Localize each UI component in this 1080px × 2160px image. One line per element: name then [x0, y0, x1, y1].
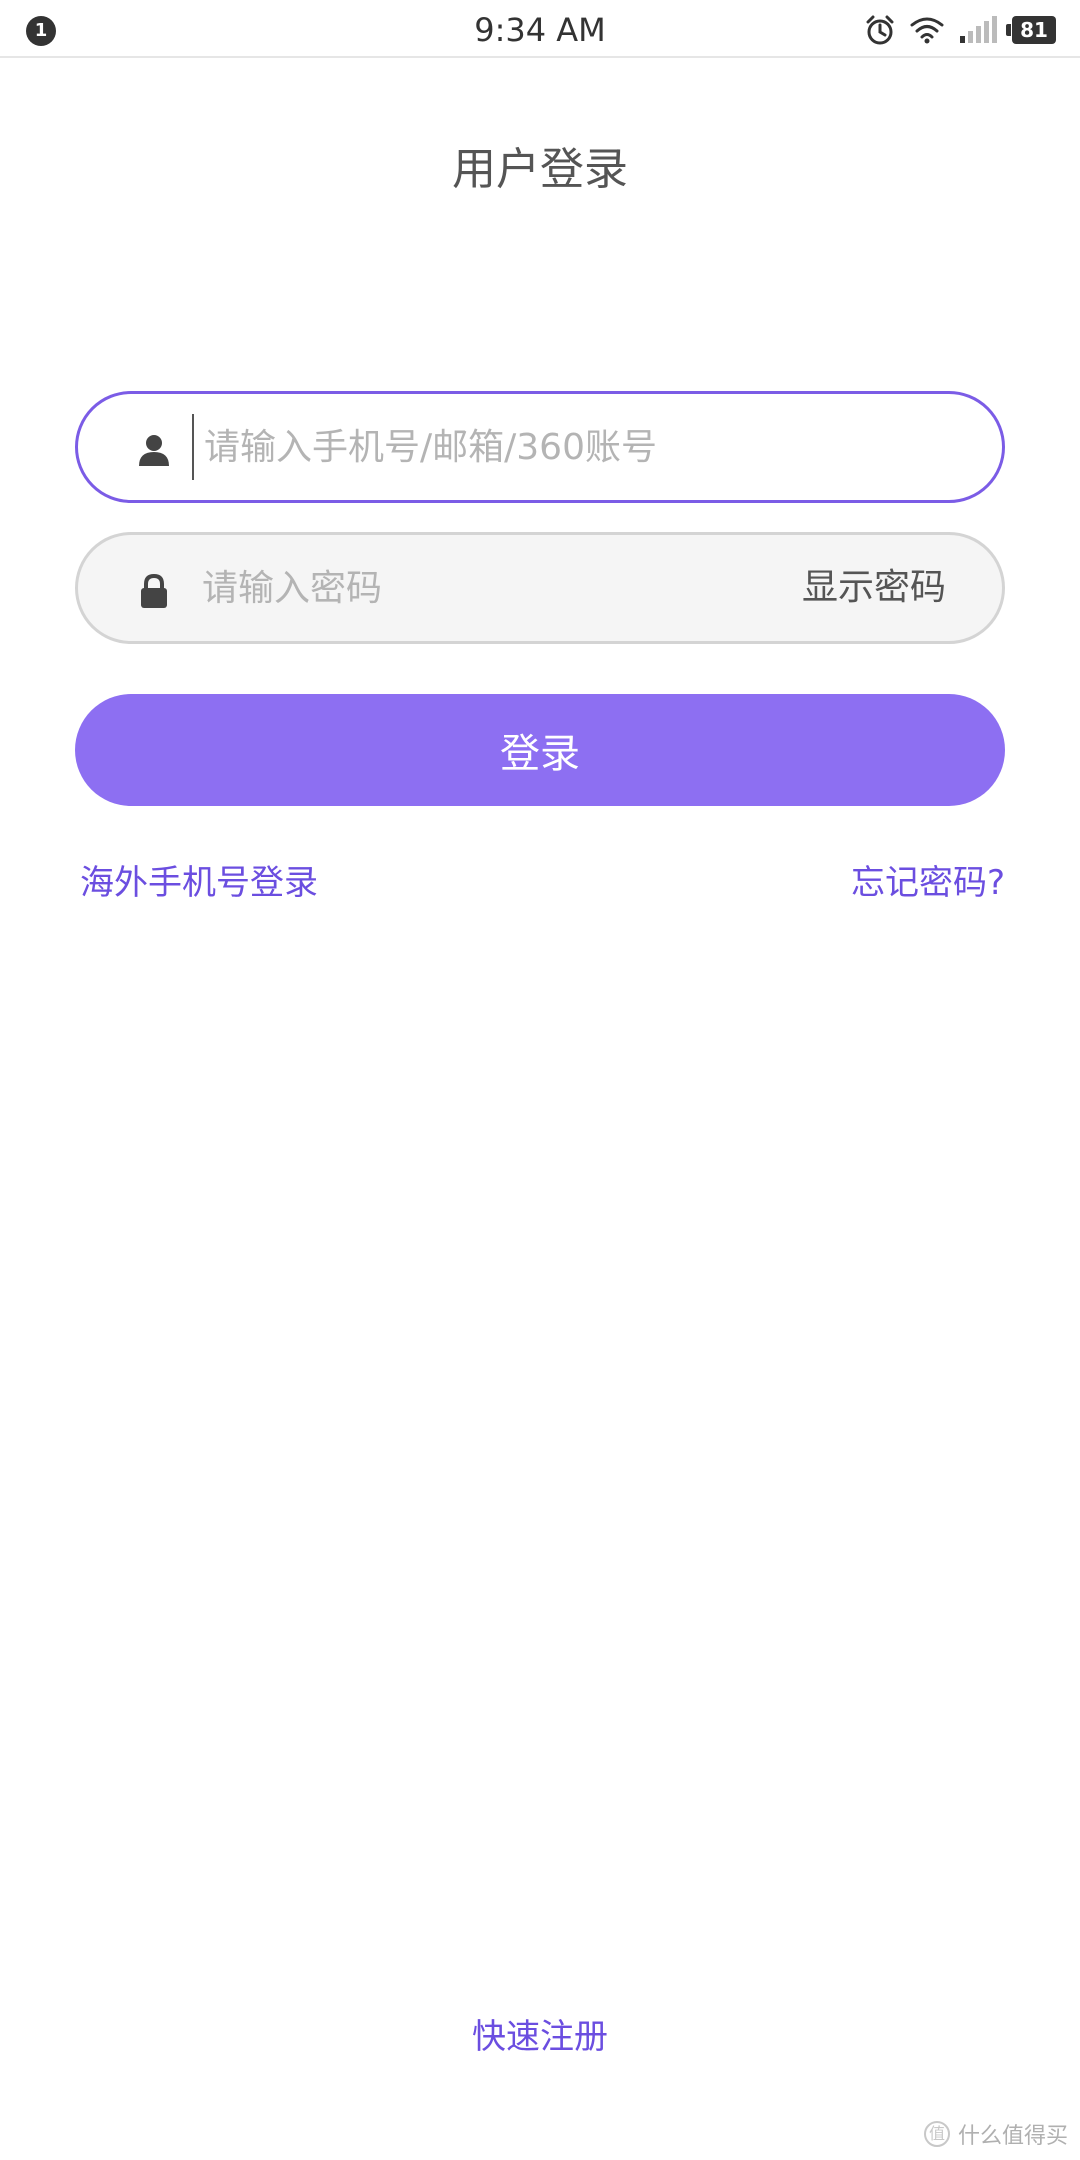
battery-icon: 81 — [1006, 16, 1056, 44]
overseas-phone-login-link[interactable]: 海外手机号登录 — [80, 860, 318, 906]
alarm-icon — [866, 15, 894, 45]
account-input[interactable] — [192, 414, 964, 480]
status-icons: 81 — [864, 12, 1056, 48]
signal-icon — [960, 16, 997, 43]
watermark-text: 什么值得买 — [957, 2124, 1068, 2149]
password-field[interactable]: 显示密码 — [75, 532, 1005, 644]
show-password-toggle[interactable]: 显示密码 — [802, 565, 946, 611]
password-input[interactable] — [192, 555, 762, 621]
wifi-icon — [910, 17, 944, 44]
account-field[interactable] — [75, 391, 1005, 503]
forgot-password-link[interactable]: 忘记密码? — [851, 860, 1005, 906]
quick-register-link[interactable]: 快速注册 — [0, 2014, 1080, 2060]
lock-icon — [141, 573, 167, 608]
login-button[interactable]: 登录 — [75, 694, 1005, 806]
watermark-logo-icon: 值 — [923, 2121, 950, 2147]
watermark: 值 什么值得买 — [923, 2118, 1068, 2150]
user-icon — [139, 435, 169, 466]
status-bar: 1 9:34 AM 81 — [0, 0, 1080, 58]
page-title: 用户登录 — [452, 144, 628, 195]
